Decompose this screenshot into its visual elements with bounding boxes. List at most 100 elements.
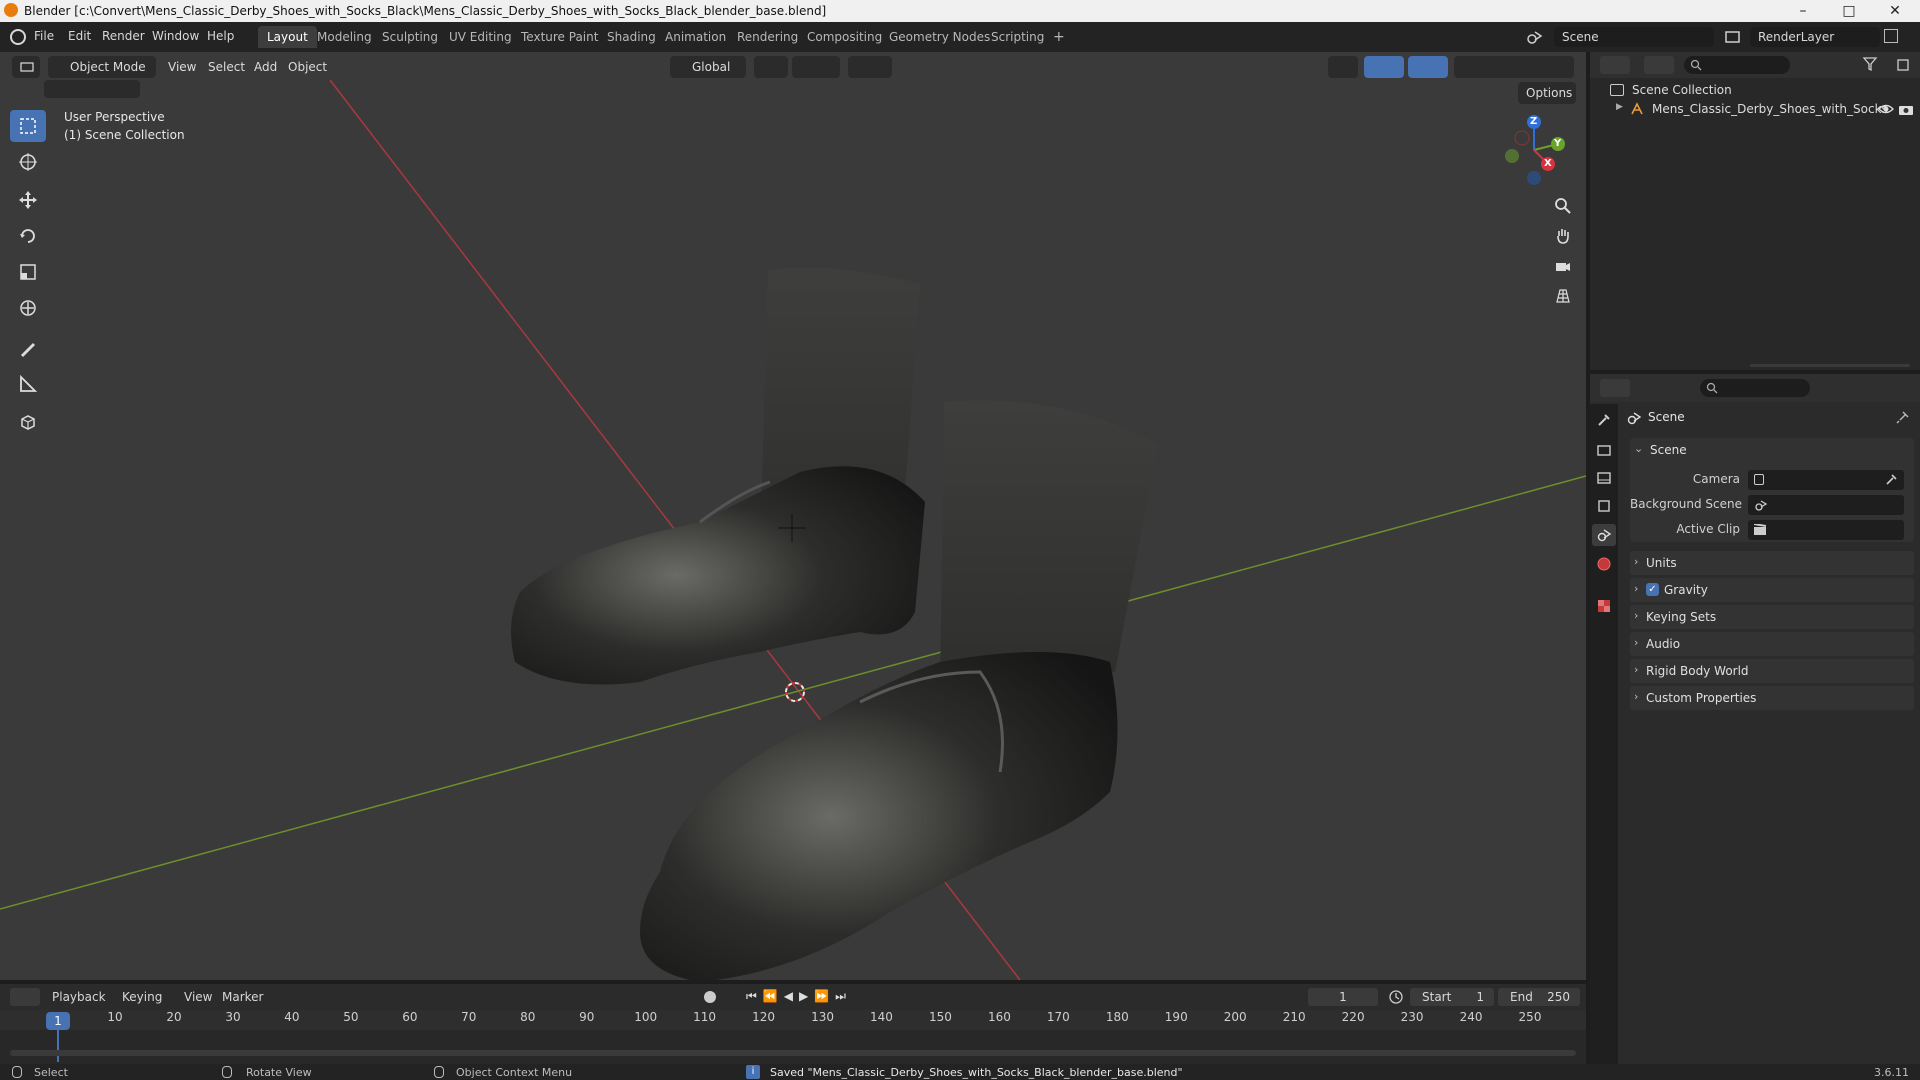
panel-audio[interactable]: › Audio [1630, 632, 1914, 656]
gravity-checkbox[interactable]: ✓ [1646, 583, 1659, 596]
snap-button[interactable] [792, 56, 840, 78]
tab-uv-editing[interactable]: UV Editing [440, 26, 521, 48]
render-tab-icon[interactable] [1596, 442, 1612, 458]
visibility-selector[interactable] [1328, 56, 1358, 78]
record-button[interactable] [704, 991, 716, 1003]
camera-view-icon[interactable] [1548, 252, 1578, 280]
view-layer-tab-icon[interactable] [1596, 498, 1612, 514]
world-tab-icon[interactable] [1596, 556, 1612, 572]
pin-icon[interactable] [1896, 410, 1910, 424]
eyedropper-icon[interactable] [1884, 473, 1898, 487]
measure-icon[interactable] [10, 368, 46, 400]
menu-playback[interactable]: Playback [52, 990, 106, 1004]
annotate-icon[interactable] [10, 332, 46, 364]
menu-window[interactable]: Window [152, 29, 199, 43]
playback-controls[interactable]: ⏮⏪◀▶⏩⏭ [746, 989, 852, 1004]
filter-icon[interactable] [1862, 56, 1892, 74]
rotate-icon[interactable] [10, 220, 46, 252]
add-workspace-button[interactable]: + [1044, 26, 1074, 48]
panel-gravity[interactable]: › ✓ Gravity [1630, 578, 1914, 602]
add-cube-icon[interactable] [10, 406, 46, 438]
properties-editor-type-button[interactable] [1600, 379, 1630, 397]
renderlayer-selector[interactable]: RenderLayer [1750, 27, 1880, 47]
zoom-icon[interactable] [1548, 192, 1578, 220]
gizmo-toggle[interactable] [1364, 56, 1404, 78]
menu-view[interactable]: View [168, 60, 196, 74]
select-mode-buttons[interactable] [44, 80, 140, 98]
pivot-point-button[interactable] [754, 56, 788, 78]
scene-tab-icon[interactable] [1592, 524, 1616, 546]
output-tab-icon[interactable] [1596, 470, 1612, 486]
select-box-icon[interactable] [10, 110, 46, 142]
options-button[interactable]: Options [1518, 82, 1576, 104]
menu-timeline-view[interactable]: View [184, 990, 212, 1004]
playhead[interactable]: 1 [46, 1012, 70, 1030]
shading-modes[interactable] [1454, 56, 1574, 78]
scene-collection-label[interactable]: Scene Collection [1632, 83, 1732, 97]
scene-panel-chevron-icon[interactable]: ⌄ [1634, 442, 1643, 455]
transform-orientation-selector[interactable]: Global [670, 56, 746, 78]
pan-hand-icon[interactable] [1548, 222, 1578, 250]
tool-tab-icon[interactable] [1596, 412, 1612, 428]
panel-custom-properties[interactable]: › Custom Properties [1630, 686, 1914, 710]
tab-scripting[interactable]: Scripting [982, 26, 1053, 48]
panel-units[interactable]: › Units [1630, 551, 1914, 575]
minimize-button[interactable]: – [1780, 0, 1826, 22]
timeline-scrollbar[interactable] [10, 1050, 1576, 1056]
menu-edit[interactable]: Edit [68, 29, 91, 43]
panel-keying-sets[interactable]: › Keying Sets [1630, 605, 1914, 629]
menu-file[interactable]: File [34, 29, 54, 43]
render-camera-icon[interactable] [1898, 101, 1914, 117]
cursor-icon[interactable] [10, 146, 46, 178]
perspective-toggle-icon[interactable] [1548, 282, 1578, 310]
start-frame-field[interactable]: Start 1 [1410, 988, 1494, 1006]
menu-select[interactable]: Select [208, 60, 245, 74]
scene-panel-title[interactable]: Scene [1650, 443, 1687, 457]
outliner-editor-type-button[interactable] [1600, 56, 1630, 74]
new-collection-icon[interactable] [1896, 56, 1914, 74]
menu-render[interactable]: Render [102, 29, 145, 43]
blender-menu-icon[interactable] [10, 29, 26, 45]
panel-rigid-body-world[interactable]: › Rigid Body World [1630, 659, 1914, 683]
renderlayer-icon[interactable] [1724, 28, 1742, 46]
outliner-search-input[interactable] [1684, 56, 1790, 74]
proportional-edit-button[interactable] [848, 56, 892, 78]
expand-chevron-icon[interactable]: ▶ [1616, 102, 1623, 112]
clock-icon[interactable] [1388, 989, 1404, 1005]
outliner-scrollbar[interactable] [1750, 364, 1910, 367]
current-frame-field[interactable]: 1 [1308, 988, 1378, 1006]
tab-rendering[interactable]: Rendering [728, 26, 807, 48]
new-renderlayer-icon[interactable] [1884, 29, 1898, 43]
active-clip-field[interactable] [1748, 520, 1904, 540]
outliner-display-mode-button[interactable] [1644, 56, 1674, 74]
close-button[interactable]: ✕ [1872, 0, 1918, 22]
tab-animation[interactable]: Animation [656, 26, 735, 48]
camera-field[interactable] [1748, 470, 1904, 490]
scene-selector[interactable]: Scene [1554, 27, 1714, 47]
texture-tab-icon[interactable] [1596, 598, 1612, 614]
timeline-editor-type-button[interactable] [10, 988, 40, 1006]
scene-icon[interactable] [1526, 28, 1544, 46]
eye-icon[interactable] [1878, 101, 1894, 117]
transform-icon[interactable] [10, 292, 46, 324]
tab-shading[interactable]: Shading [598, 26, 665, 48]
tab-compositing[interactable]: Compositing [798, 26, 891, 48]
tab-modeling[interactable]: Modeling [308, 26, 381, 48]
tab-sculpting[interactable]: Sculpting [373, 26, 447, 48]
background-scene-field[interactable] [1748, 495, 1904, 515]
menu-marker[interactable]: Marker [222, 990, 263, 1004]
maximize-button[interactable]: □ [1826, 0, 1872, 22]
properties-search-input[interactable] [1700, 379, 1810, 397]
scale-icon[interactable] [10, 256, 46, 288]
move-icon[interactable] [10, 184, 46, 216]
outliner-item-shoes[interactable]: Mens_Classic_Derby_Shoes_with_Socks [1652, 102, 1888, 116]
end-frame-field[interactable]: End 250 [1498, 988, 1580, 1006]
tab-texture-paint[interactable]: Texture Paint [512, 26, 607, 48]
overlay-toggle[interactable] [1408, 56, 1448, 78]
menu-add[interactable]: Add [254, 60, 277, 74]
menu-help[interactable]: Help [207, 29, 234, 43]
menu-object[interactable]: Object [288, 60, 327, 74]
editor-type-button[interactable] [12, 56, 40, 78]
menu-keying[interactable]: Keying [122, 990, 162, 1004]
mode-selector[interactable]: Object Mode [48, 56, 156, 78]
